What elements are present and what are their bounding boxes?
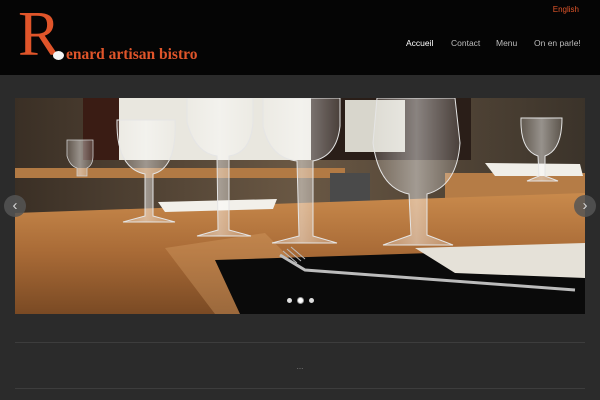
logo-dot — [53, 51, 64, 60]
site-header: R enard artisan bistro English Accueil C… — [0, 0, 600, 75]
slider-pagination — [0, 298, 600, 306]
footer-ellipsis: ... — [296, 362, 304, 371]
slider-dot-3[interactable] — [309, 298, 314, 303]
slider-next-button[interactable]: › — [574, 195, 596, 217]
main-nav: Accueil Contact Menu On en parle! — [0, 38, 600, 52]
slider-prev-button[interactable]: ‹ — [4, 195, 26, 217]
language-switch-link[interactable]: English — [553, 5, 579, 14]
chevron-right-icon: › — [582, 197, 588, 214]
footer-divider — [15, 388, 585, 389]
nav-item-accueil[interactable]: Accueil — [406, 38, 433, 48]
section-divider — [15, 342, 585, 343]
slider-dot-1[interactable] — [287, 298, 292, 303]
hero-slide-image — [15, 98, 585, 314]
nav-item-on-en-parle[interactable]: On en parle! — [534, 38, 581, 48]
slider-dot-2[interactable] — [298, 298, 303, 303]
nav-item-contact[interactable]: Contact — [451, 38, 480, 48]
nav-item-menu[interactable]: Menu — [496, 38, 517, 48]
chevron-left-icon: ‹ — [12, 197, 18, 214]
